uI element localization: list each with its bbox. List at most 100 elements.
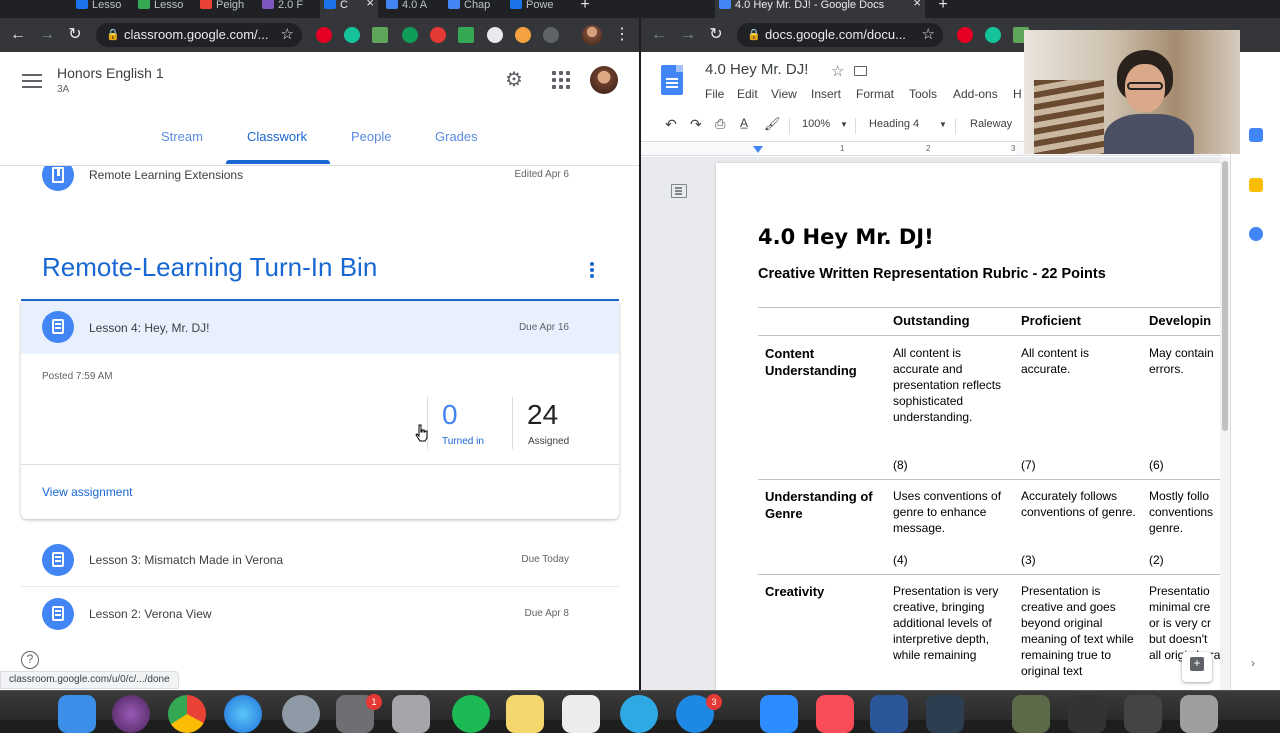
close-tab-icon[interactable]: × [913, 0, 921, 9]
address-bar[interactable]: 🔒 classroom.google.com/... ☆ [96, 23, 302, 47]
music-icon[interactable] [816, 695, 854, 733]
siri-icon[interactable] [112, 695, 150, 733]
spellcheck-icon[interactable]: A̲ [740, 116, 748, 130]
menu-view[interactable]: View [771, 87, 797, 101]
disk-utility-icon[interactable] [392, 695, 430, 733]
pinterest-extension-icon[interactable] [957, 27, 973, 43]
avatar[interactable] [590, 66, 618, 94]
system-preferences-icon[interactable]: 1 [336, 694, 382, 733]
paragraph-style-select[interactable]: Heading 4 [869, 118, 919, 130]
reload-icon[interactable]: ↻ [65, 25, 85, 45]
document-outline-icon[interactable] [671, 184, 687, 198]
chrome-icon[interactable] [168, 695, 206, 733]
rocket-icon[interactable] [282, 695, 320, 733]
vertical-scrollbar[interactable] [1220, 157, 1230, 690]
docs-logo-icon[interactable] [661, 65, 683, 95]
green-extension-icon[interactable] [458, 27, 474, 43]
word-icon[interactable] [870, 695, 908, 733]
spotify-icon[interactable] [452, 695, 490, 733]
class-title[interactable]: Honors English 1 [57, 65, 164, 81]
grammarly-extension-icon[interactable] [344, 27, 360, 43]
pinterest-extension-icon[interactable] [316, 27, 332, 43]
tab-doc-4[interactable]: 4.0 A [382, 0, 440, 18]
folder-thumbnail-icon[interactable] [1124, 695, 1162, 733]
tab-stream[interactable]: Stream [161, 129, 203, 144]
reload-icon[interactable]: ↻ [706, 25, 726, 45]
tab-docs-active[interactable]: 4.0 Hey Mr. DJ! - Google Docs × [715, 0, 925, 18]
chevron-down-icon[interactable]: ▼ [840, 120, 848, 129]
menu-format[interactable]: Format [856, 87, 894, 101]
new-tab-button[interactable]: + [570, 0, 600, 18]
chrome-menu-icon[interactable]: ⋮ [612, 25, 632, 45]
textedit-icon[interactable] [562, 695, 600, 733]
document-page[interactable]: 4.0 Hey Mr. DJ! Creative Written Represe… [716, 163, 1221, 690]
apps-grid-icon[interactable] [552, 71, 570, 89]
color-extension-icon[interactable] [515, 27, 531, 43]
tab-gmail[interactable]: Peigh [196, 0, 254, 18]
add-comment-icon[interactable] [1182, 652, 1212, 682]
chevron-right-icon[interactable]: › [1251, 656, 1255, 670]
font-select[interactable]: Raleway [970, 118, 1012, 130]
calendar-icon[interactable] [1249, 128, 1263, 142]
red-extension-icon[interactable] [430, 27, 446, 43]
tab-people[interactable]: People [351, 129, 391, 144]
tab-forms[interactable]: 2.0 F [258, 0, 316, 18]
folder-icon[interactable] [854, 66, 867, 76]
kindle-icon[interactable] [926, 695, 964, 733]
tasks-icon[interactable] [1249, 227, 1263, 241]
app-store-icon[interactable]: 3 [676, 694, 722, 733]
tab-classwork[interactable]: Classwork [247, 129, 307, 144]
more-options-icon[interactable] [590, 262, 596, 278]
tab-lesson-2[interactable]: Lesso [134, 0, 192, 18]
zoom-select[interactable]: 100% [802, 118, 830, 130]
undo-icon[interactable]: ↶ [665, 116, 677, 133]
menu-edit[interactable]: Edit [737, 87, 758, 101]
bookmark-star-icon[interactable]: ☆ [922, 23, 935, 47]
messages-icon[interactable] [620, 695, 658, 733]
evernote-extension-icon[interactable] [402, 27, 418, 43]
notes-icon[interactable] [506, 695, 544, 733]
play-extension-icon[interactable] [487, 27, 503, 43]
back-arrow-icon[interactable]: ← [8, 25, 28, 45]
address-bar[interactable]: 🔒 docs.google.com/docu... ☆ [737, 23, 943, 47]
redo-icon[interactable]: ↷ [690, 116, 702, 133]
indent-marker-icon[interactable] [753, 146, 763, 153]
person-extension-icon[interactable] [543, 27, 559, 43]
zoom-icon[interactable] [760, 695, 798, 733]
close-tab-icon[interactable]: × [366, 0, 374, 9]
bookmark-star-icon[interactable]: ☆ [281, 23, 294, 47]
print-icon[interactable]: ⎙ [715, 116, 725, 132]
profile-avatar[interactable] [582, 25, 602, 45]
tab-chapter[interactable]: Chap [444, 0, 502, 18]
tab-grades[interactable]: Grades [435, 129, 478, 144]
tab-power[interactable]: Powe [506, 0, 564, 18]
forward-arrow-icon[interactable]: → [37, 25, 57, 45]
document-title[interactable]: 4.0 Hey Mr. DJ! [705, 61, 808, 78]
menu-addons[interactable]: Add-ons [953, 87, 998, 101]
tab-classroom-active[interactable]: C × [320, 0, 378, 18]
menu-help[interactable]: H [1013, 87, 1022, 101]
grammarly-extension-icon[interactable] [985, 27, 1001, 43]
new-tab-button[interactable]: + [931, 0, 955, 18]
back-arrow-icon[interactable]: ← [649, 25, 669, 45]
menu-file[interactable]: File [705, 87, 724, 101]
chevron-down-icon[interactable]: ▼ [939, 120, 947, 129]
forward-arrow-icon[interactable]: → [678, 25, 698, 45]
tab-lesson-1[interactable]: Lesso [72, 0, 130, 18]
help-icon[interactable]: ? [21, 651, 39, 669]
assignment-header[interactable]: Lesson 4: Hey, Mr. DJ! Due Apr 16 [21, 301, 619, 354]
paint-format-icon[interactable]: 🖌 [764, 116, 781, 132]
screenshot-thumbnail-icon[interactable] [1068, 695, 1106, 733]
menu-tools[interactable]: Tools [909, 87, 937, 101]
keep-icon[interactable] [1249, 178, 1263, 192]
hamburger-menu-icon[interactable] [22, 71, 42, 91]
image-extension-icon[interactable] [372, 27, 388, 43]
star-icon[interactable]: ☆ [831, 62, 844, 80]
trash-icon[interactable] [1180, 695, 1218, 733]
photo-thumbnail-icon[interactable] [1012, 695, 1050, 733]
view-assignment-link[interactable]: View assignment [42, 485, 133, 499]
menu-insert[interactable]: Insert [811, 87, 841, 101]
safari-icon[interactable] [224, 695, 262, 733]
gear-icon[interactable]: ⚙ [505, 70, 525, 90]
finder-icon[interactable] [58, 695, 96, 733]
